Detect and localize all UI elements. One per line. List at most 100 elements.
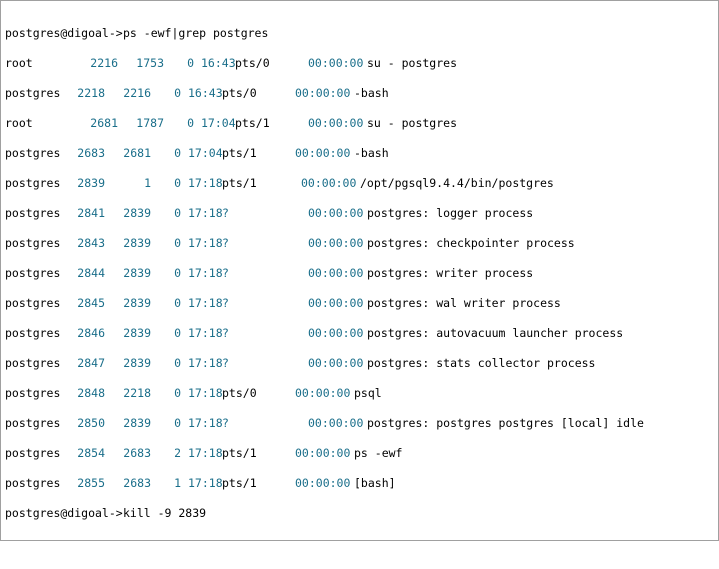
c-cell: 0 xyxy=(174,416,181,430)
command-cell: postgres: wal writer process xyxy=(367,296,561,310)
time-cell: 00:00:00 xyxy=(308,356,364,370)
stime-cell: 16:43 xyxy=(188,86,223,100)
c-cell: 0 xyxy=(174,206,181,220)
tty-cell: pts/1 xyxy=(222,446,257,460)
stime-cell: 17:18 xyxy=(188,326,223,340)
command-cell: postgres: writer process xyxy=(367,266,534,280)
process-row: postgres 2843 2839 0 17:18? 00:00:00 postgres:… xyxy=(5,235,715,251)
tty-cell: pts/1 xyxy=(222,476,257,490)
process-row: postgres 2854 2683 2 17:18 pts/1 00:00:00 ps -e… xyxy=(5,445,715,461)
ppid-cell: 2839 xyxy=(123,296,151,310)
tty-cell: pts/1 xyxy=(222,146,257,160)
c-cell: 0 xyxy=(174,386,181,400)
time-cell: 00:00:00 xyxy=(295,86,351,100)
command-line: postgres@digoal-> ps -ewf|grep postgres xyxy=(5,25,268,41)
shell-prompt: postgres@digoal-> xyxy=(5,506,123,520)
process-row: postgres 2846 2839 0 17:18? 00:00:00 postgres:… xyxy=(5,325,715,341)
process-row: root 2216 1753 0 16:43 pts/0 00:00:00 su - post… xyxy=(5,55,715,71)
user-cell: postgres xyxy=(5,176,61,190)
ppid-cell: 2839 xyxy=(123,236,151,250)
ppid-cell: 2681 xyxy=(123,146,151,160)
command-cell: postgres: autovacuum launcher process xyxy=(367,326,624,340)
ppid-cell: 1 xyxy=(144,176,151,190)
command-cell: [bash] xyxy=(354,476,396,490)
stime-cell: 17:18 xyxy=(188,206,223,220)
user-cell: postgres xyxy=(5,326,61,340)
time-cell: 00:00:00 xyxy=(308,416,364,430)
c-cell: 0 xyxy=(174,266,181,280)
user-cell: postgres xyxy=(5,146,61,160)
command-text: kill -9 2839 xyxy=(123,506,207,520)
c-cell: 0 xyxy=(174,236,181,250)
stime-cell: 17:18 xyxy=(188,476,223,490)
pid-cell: 2847 xyxy=(77,356,105,370)
tty-cell: pts/1 xyxy=(222,176,257,190)
ppid-cell: 2839 xyxy=(123,266,151,280)
user-cell: postgres xyxy=(5,86,61,100)
pid-cell: 2216 xyxy=(90,56,118,70)
user-cell: postgres xyxy=(5,296,61,310)
time-cell: 00:00:00 xyxy=(308,266,364,280)
process-row: postgres 2855 2683 1 17:18 pts/1 00:00:00 [bash… xyxy=(5,475,715,491)
pid-cell: 2841 xyxy=(77,206,105,220)
ppid-cell: 2218 xyxy=(123,386,151,400)
user-cell: postgres xyxy=(5,386,61,400)
command-cell: su - postgres xyxy=(367,56,458,70)
pid-cell: 2848 xyxy=(77,386,105,400)
user-cell: postgres xyxy=(5,476,61,490)
command-cell: postgres: logger process xyxy=(367,206,534,220)
user-cell: root xyxy=(5,56,33,70)
tty-cell: ? xyxy=(222,296,229,310)
command-cell: postgres: stats collector process xyxy=(367,356,596,370)
stime-cell: 17:04 xyxy=(188,146,223,160)
command-cell: postgres: checkpointer process xyxy=(367,236,575,250)
pid-cell: 2843 xyxy=(77,236,105,250)
time-cell: 00:00:00 xyxy=(308,206,364,220)
stime-cell: 17:18 xyxy=(188,356,223,370)
user-cell: postgres xyxy=(5,266,61,280)
process-row: postgres 2683 2681 0 17:04 pts/1 00:00:00 -bash xyxy=(5,145,715,161)
user-cell: postgres xyxy=(5,206,61,220)
user-cell: postgres xyxy=(5,356,61,370)
tty-cell: pts/0 xyxy=(222,86,257,100)
pid-cell: 2844 xyxy=(77,266,105,280)
pid-cell: 2681 xyxy=(90,116,118,130)
command-cell: -bash xyxy=(354,86,389,100)
command-text: ps -ewf|grep postgres xyxy=(123,26,269,40)
tty-cell: ? xyxy=(222,326,229,340)
c-cell: 0 xyxy=(174,146,181,160)
stime-cell: 17:18 xyxy=(188,236,223,250)
tty-cell: ? xyxy=(222,416,229,430)
ppid-cell: 2839 xyxy=(123,416,151,430)
command-cell: su - postgres xyxy=(367,116,458,130)
tty-cell: ? xyxy=(222,236,229,250)
tty-cell: pts/0 xyxy=(235,56,270,70)
ppid-cell: 1753 xyxy=(136,56,164,70)
user-cell: postgres xyxy=(5,446,61,460)
ppid-cell: 2683 xyxy=(123,446,151,460)
tty-cell: pts/0 xyxy=(222,386,257,400)
stime-cell: 17:18 xyxy=(188,176,223,190)
time-cell: 00:00:00 xyxy=(295,146,351,160)
c-cell: 0 xyxy=(187,56,194,70)
pid-cell: 2839 xyxy=(77,176,105,190)
command-cell: psql xyxy=(354,386,382,400)
terminal-window[interactable]: postgres@digoal-> ps -ewf|grep postgres … xyxy=(0,0,719,541)
command-cell: postgres: postgres postgres [local] idle xyxy=(367,416,644,430)
c-cell: 0 xyxy=(174,176,181,190)
stime-cell: 17:18 xyxy=(188,386,223,400)
pid-cell: 2855 xyxy=(77,476,105,490)
user-cell: postgres xyxy=(5,236,61,250)
time-cell: 00:00:00 xyxy=(308,116,364,130)
process-row: postgres 2841 2839 0 17:18? 00:00:00 postgres:… xyxy=(5,205,715,221)
process-row: postgres 2844 2839 0 17:18? 00:00:00 postgres:… xyxy=(5,265,715,281)
ppid-cell: 2839 xyxy=(123,326,151,340)
ppid-cell: 2839 xyxy=(123,356,151,370)
ppid-cell: 2683 xyxy=(123,476,151,490)
shell-prompt: postgres@digoal-> xyxy=(5,26,123,40)
stime-cell: 17:18 xyxy=(188,446,223,460)
user-cell: root xyxy=(5,116,33,130)
stime-cell: 17:18 xyxy=(188,416,223,430)
command-cell: -bash xyxy=(354,146,389,160)
time-cell: 00:00:00 xyxy=(308,326,364,340)
